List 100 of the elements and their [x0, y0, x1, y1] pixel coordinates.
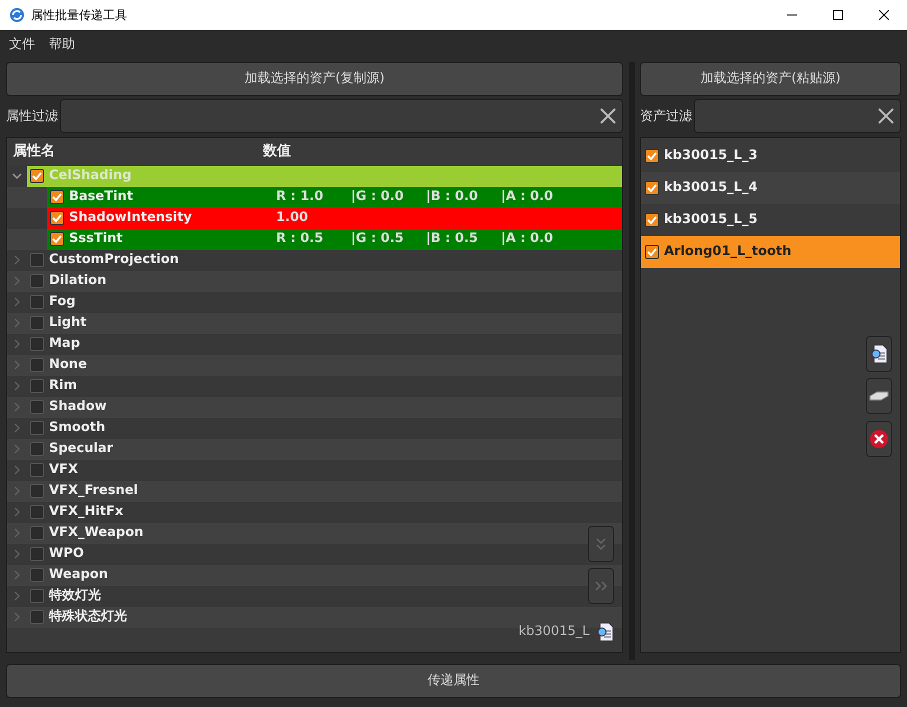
- checkbox[interactable]: [645, 148, 659, 162]
- load-source-button[interactable]: 加载选择的资产(复制源): [6, 62, 623, 96]
- checkbox[interactable]: [645, 212, 659, 226]
- value-text: |B : 0.5: [426, 230, 479, 248]
- checkbox[interactable]: [30, 505, 44, 519]
- checkbox[interactable]: [30, 526, 44, 540]
- value-text: |G : 0.5: [351, 230, 405, 248]
- column-header[interactable]: 属性名: [13, 141, 263, 162]
- clear-icon[interactable]: [600, 108, 616, 124]
- chevron-right-icon[interactable]: [12, 318, 22, 328]
- value-text: |A : 0.0: [501, 230, 554, 248]
- menu-item[interactable]: 文件: [9, 35, 35, 55]
- property-name: VFX: [49, 461, 79, 480]
- value-text: R : 1.0: [276, 188, 324, 206]
- delete-icon: [869, 428, 889, 448]
- checkbox[interactable]: [30, 442, 44, 456]
- checkbox[interactable]: [30, 421, 44, 435]
- value-text: R : 0.5: [276, 230, 324, 248]
- property-name: Smooth: [49, 419, 106, 438]
- checkbox[interactable]: [30, 337, 44, 351]
- chevron-right-icon[interactable]: [12, 381, 22, 391]
- document-search-icon: [870, 344, 888, 364]
- chevron-right-icon[interactable]: [12, 339, 22, 349]
- chevron-right-icon[interactable]: [12, 444, 22, 454]
- maximize-icon[interactable]: [833, 10, 843, 20]
- chevron-right-icon[interactable]: [12, 465, 22, 475]
- chevron-right-icon[interactable]: [12, 507, 22, 517]
- chevron-right-icon[interactable]: [12, 276, 22, 286]
- property-name: 特效灯光: [49, 587, 102, 606]
- property-name: Light: [49, 314, 88, 332]
- filter-field[interactable]: [694, 99, 901, 134]
- value-text: |B : 0.0: [426, 188, 479, 206]
- property-name: 特殊状态灯光: [49, 608, 128, 626]
- property-name: VFX_Weapon: [49, 524, 144, 542]
- checkbox[interactable]: [30, 379, 44, 393]
- app-icon: [9, 7, 25, 23]
- column-header[interactable]: 数值: [263, 141, 291, 162]
- checkbox[interactable]: [30, 400, 44, 414]
- checkbox[interactable]: [30, 295, 44, 309]
- property-name: SssTint: [69, 230, 124, 248]
- menu-item[interactable]: 帮助: [49, 35, 75, 55]
- value-text: |G : 0.0: [351, 188, 405, 206]
- checkbox[interactable]: [30, 463, 44, 477]
- chevron-right-icon[interactable]: [12, 402, 22, 412]
- eraser-button[interactable]: [866, 378, 892, 414]
- source-asset-label: kb30015_L: [518, 622, 590, 641]
- property-name: Rim: [49, 377, 78, 396]
- property-name: None: [49, 356, 88, 374]
- expand-all-button[interactable]: [588, 526, 614, 562]
- value-text: |A : 0.0: [501, 188, 554, 206]
- double-chevron-right-icon: [594, 580, 608, 592]
- checkbox[interactable]: [30, 253, 44, 267]
- checkbox[interactable]: [50, 232, 64, 246]
- property-name: CelShading: [49, 167, 133, 186]
- property-name: CustomProjection: [49, 251, 180, 270]
- chevron-right-icon[interactable]: [12, 549, 22, 559]
- remove-button[interactable]: [866, 420, 892, 456]
- chevron-right-icon[interactable]: [12, 360, 22, 370]
- document-search-icon[interactable]: [596, 622, 614, 642]
- property-name: Dilation: [49, 272, 108, 290]
- property-name: Specular: [49, 440, 114, 458]
- property-name: Fog: [49, 293, 77, 312]
- next-button[interactable]: [588, 568, 614, 604]
- chevron-down-icon[interactable]: [12, 171, 22, 181]
- property-name: VFX_Fresnel: [49, 482, 140, 500]
- checkbox[interactable]: [645, 180, 659, 194]
- checkbox[interactable]: [30, 568, 44, 582]
- checkbox[interactable]: [30, 358, 44, 372]
- chevron-right-icon[interactable]: [12, 612, 22, 622]
- transfer-button[interactable]: 传递属性: [6, 664, 901, 698]
- asset-item[interactable]: kb30015_L_4: [641, 172, 900, 204]
- double-chevron-down-icon: [595, 536, 607, 550]
- chevron-right-icon[interactable]: [12, 255, 22, 265]
- checkbox[interactable]: [30, 547, 44, 561]
- filter-label: 属性过滤: [6, 108, 58, 126]
- asset-item[interactable]: Arlong01_L_tooth: [641, 236, 900, 268]
- chevron-right-icon[interactable]: [12, 570, 22, 580]
- inspect-button[interactable]: [866, 336, 892, 372]
- checkbox[interactable]: [30, 274, 44, 288]
- property-name: WPO: [49, 545, 85, 564]
- checkbox[interactable]: [30, 589, 44, 603]
- clear-icon[interactable]: [878, 108, 894, 124]
- checkbox[interactable]: [50, 190, 64, 204]
- chevron-right-icon[interactable]: [12, 423, 22, 433]
- chevron-right-icon[interactable]: [12, 297, 22, 307]
- filter-field[interactable]: [60, 99, 623, 134]
- filter-label: 资产过滤: [640, 108, 692, 126]
- checkbox[interactable]: [50, 211, 64, 225]
- checkbox[interactable]: [30, 484, 44, 498]
- checkbox[interactable]: [30, 316, 44, 330]
- load-target-button[interactable]: 加载选择的资产(粘贴源): [640, 62, 901, 96]
- eraser-icon: [869, 390, 889, 402]
- property-name: Shadow: [49, 398, 108, 416]
- close-icon[interactable]: [879, 10, 889, 20]
- checkbox[interactable]: [30, 610, 44, 624]
- checkbox[interactable]: [30, 169, 44, 183]
- chevron-right-icon[interactable]: [12, 591, 22, 601]
- chevron-right-icon[interactable]: [12, 528, 22, 538]
- checkbox[interactable]: [645, 244, 659, 258]
- chevron-right-icon[interactable]: [12, 486, 22, 496]
